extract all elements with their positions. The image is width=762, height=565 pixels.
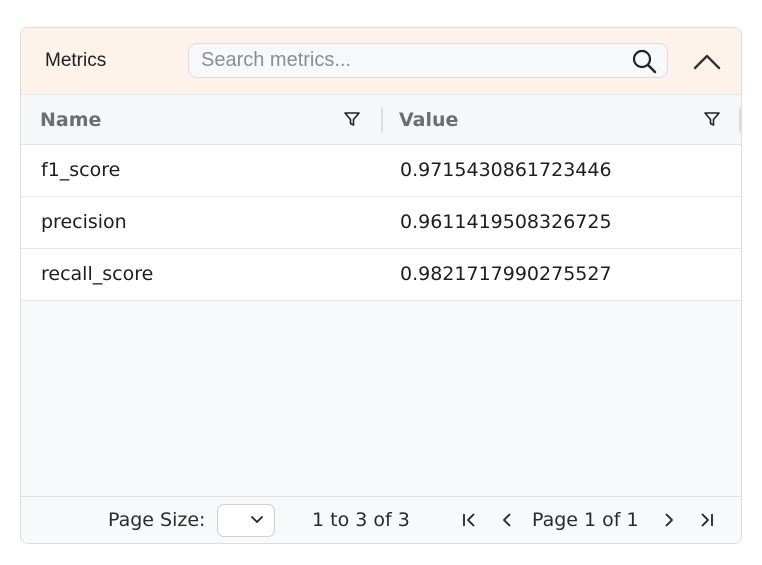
metrics-panel: Metrics Name Value	[20, 27, 742, 544]
table-row[interactable]: f1_score 0.9715430861723446	[21, 145, 741, 197]
chevron-up-icon[interactable]	[691, 48, 723, 76]
panel-header: Metrics	[21, 28, 741, 95]
last-page-icon[interactable]	[697, 511, 715, 529]
page-size-select[interactable]	[217, 504, 275, 537]
search-box[interactable]	[188, 43, 668, 78]
cell-name: precision	[41, 211, 127, 233]
column-header-value[interactable]: Value	[383, 95, 739, 144]
search-icon[interactable]	[631, 48, 657, 74]
chevron-down-icon	[251, 516, 263, 523]
cell-name: recall_score	[41, 263, 154, 285]
column-resize-handle[interactable]	[739, 108, 741, 132]
table-row[interactable]: precision 0.9611419508326725	[21, 197, 741, 249]
page-indicator: Page 1 of 1	[532, 509, 639, 531]
row-range-summary: 1 to 3 of 3	[312, 509, 410, 531]
table-row[interactable]: recall_score 0.9821717990275527	[21, 249, 741, 301]
column-header-name[interactable]: Name	[21, 95, 381, 144]
filter-icon[interactable]	[343, 110, 361, 128]
filter-icon[interactable]	[703, 110, 721, 128]
page-size-label: Page Size:	[108, 509, 206, 531]
cell-value: 0.9611419508326725	[400, 211, 612, 233]
search-input[interactable]	[201, 44, 621, 77]
metrics-grid: Name Value f1_score 0.9715430861723446 p…	[21, 95, 741, 496]
first-page-icon[interactable]	[461, 511, 479, 529]
column-header-label: Value	[399, 109, 459, 131]
next-page-icon[interactable]	[660, 511, 678, 529]
previous-page-icon[interactable]	[498, 511, 516, 529]
cell-value: 0.9821717990275527	[400, 263, 612, 285]
pagination-bar: Page Size: 1 to 3 of 3 Page 1 of 1	[21, 496, 741, 543]
cell-name: f1_score	[41, 159, 121, 181]
panel-title: Metrics	[45, 50, 107, 71]
grid-header: Name Value	[21, 95, 741, 145]
cell-value: 0.9715430861723446	[400, 159, 612, 181]
column-header-label: Name	[40, 109, 102, 131]
